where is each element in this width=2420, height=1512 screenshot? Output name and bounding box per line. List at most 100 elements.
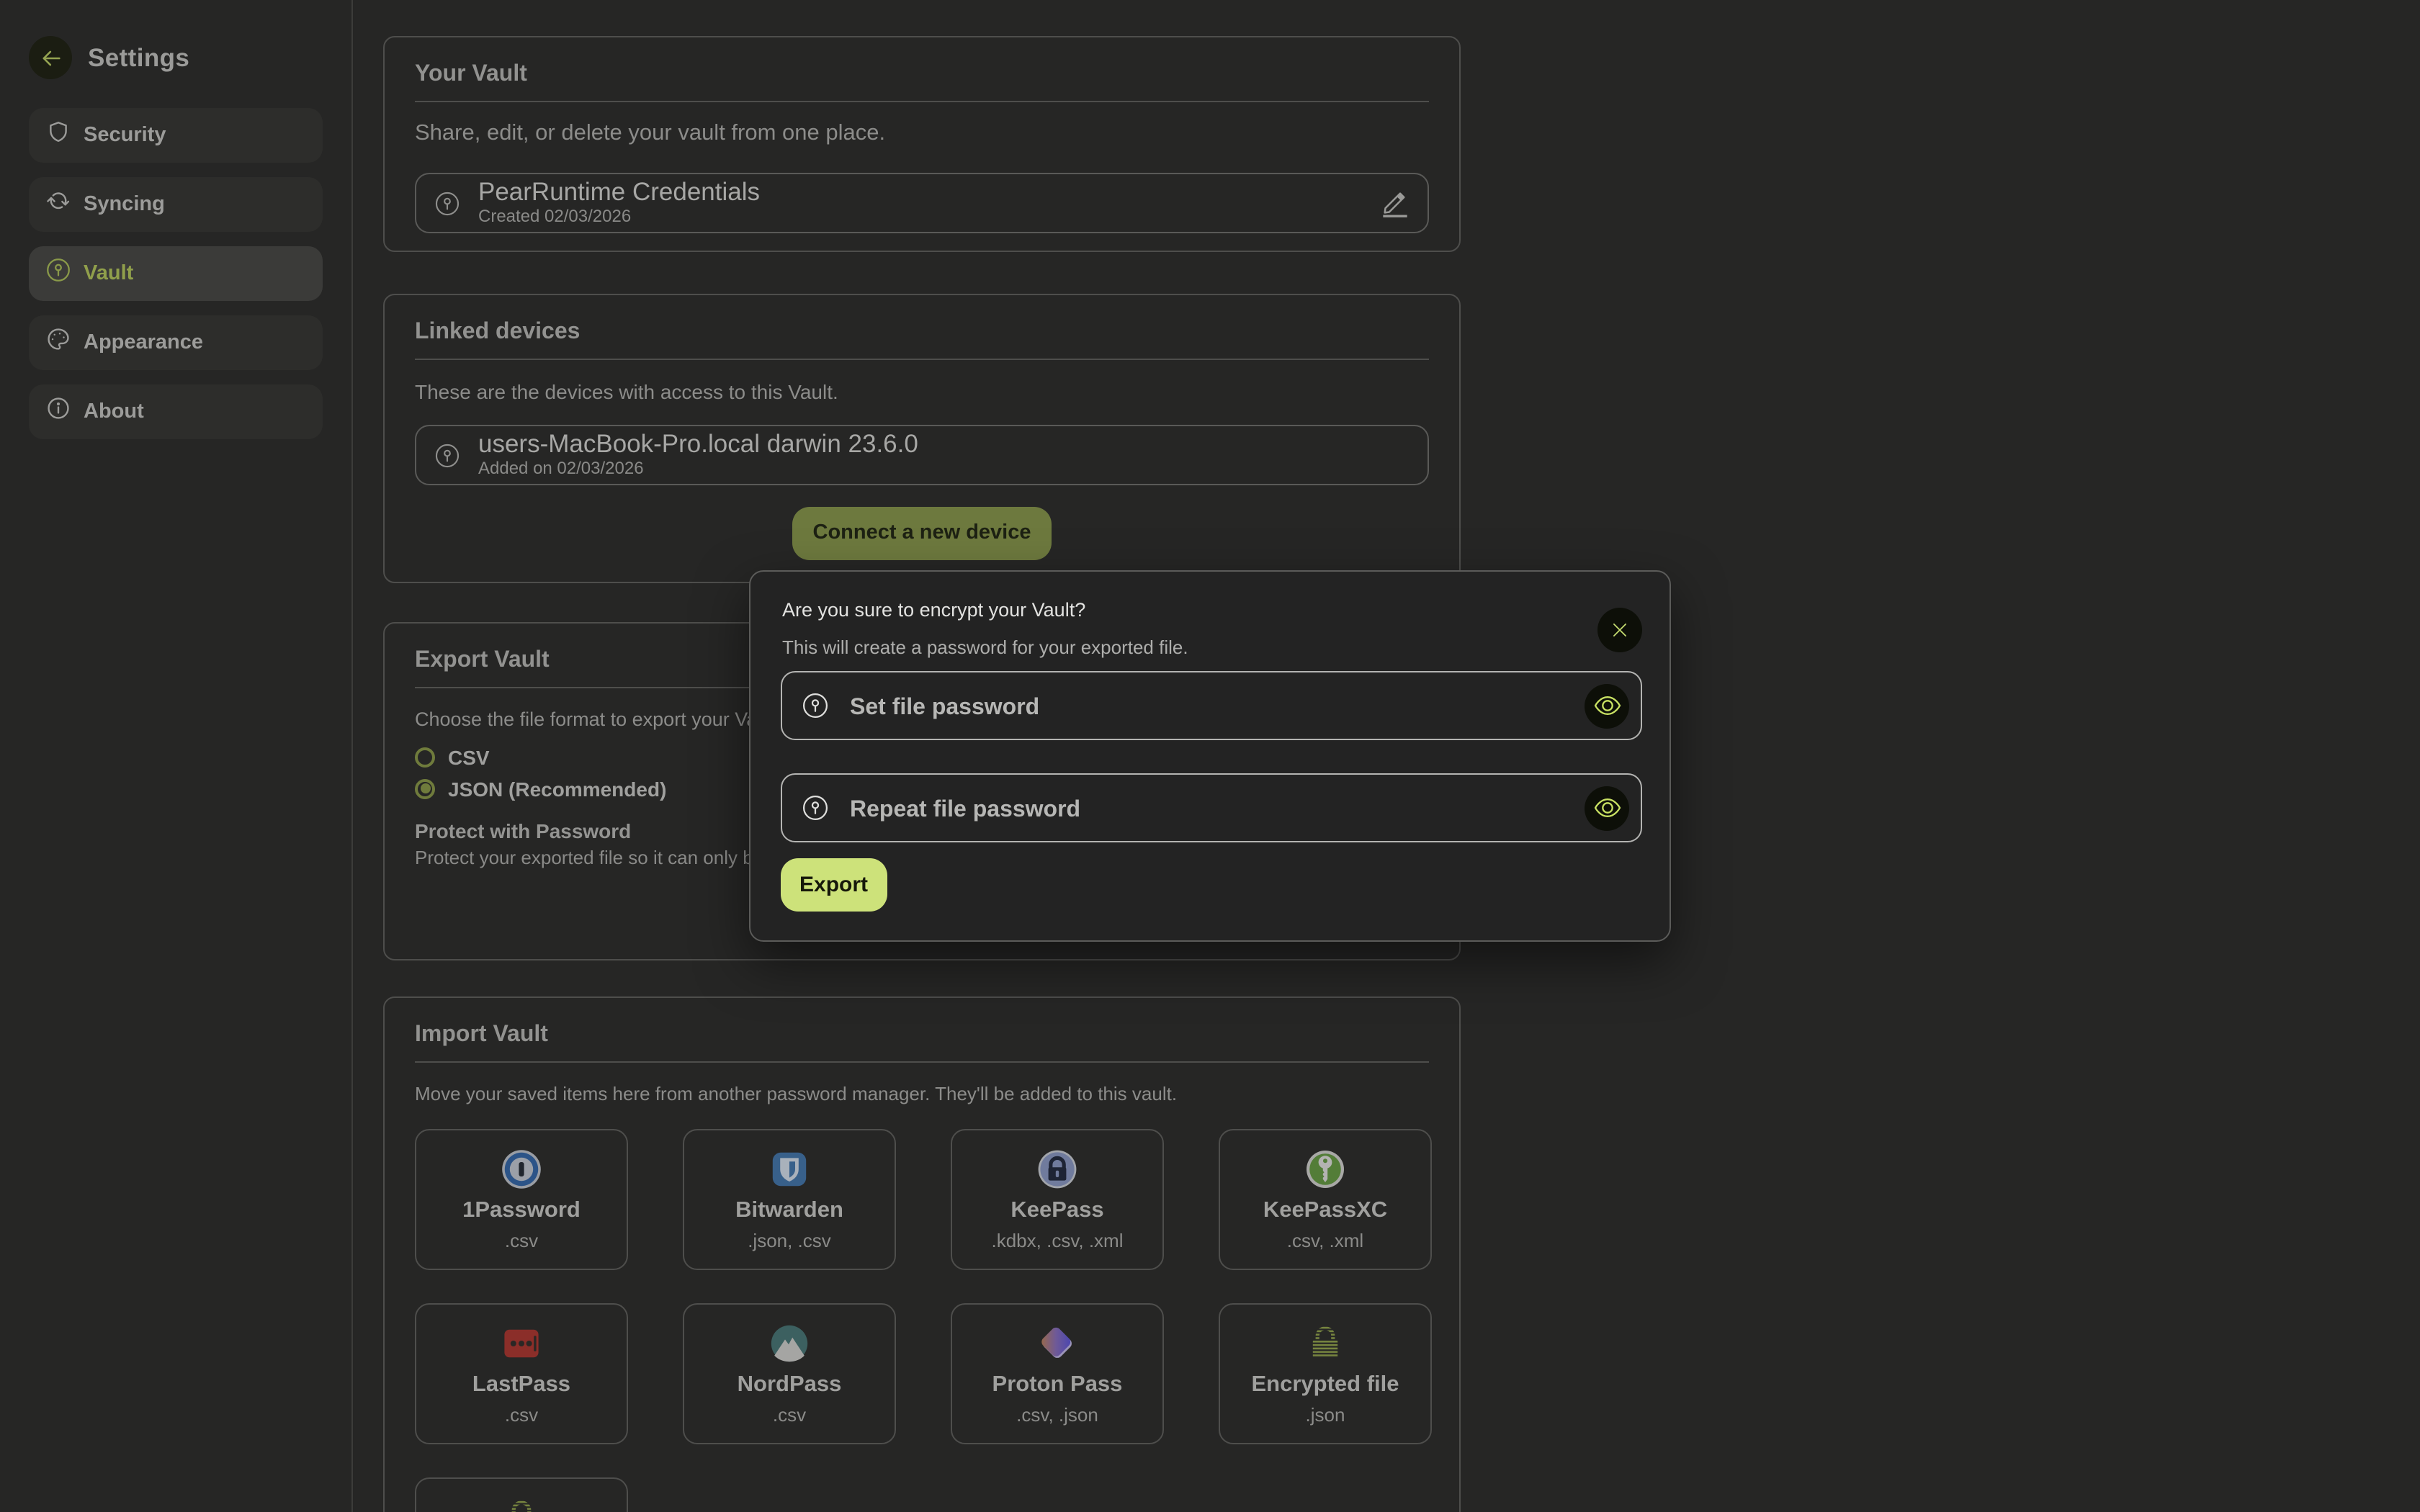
key-circle-icon bbox=[435, 443, 460, 467]
import-source-name: Bitwarden bbox=[735, 1197, 843, 1225]
modal-close-button[interactable] bbox=[1597, 608, 1642, 652]
import-source-tile[interactable]: LastPass .csv bbox=[415, 1303, 628, 1444]
linked-devices-card: Linked devices These are the devices wit… bbox=[383, 294, 1461, 583]
nordpass-icon bbox=[769, 1323, 810, 1364]
import-source-tile[interactable]: KeePass .kdbx, .csv, .xml bbox=[951, 1129, 1164, 1270]
keepassxc-icon bbox=[1305, 1149, 1345, 1189]
import-vault-description: Move your saved items here from another … bbox=[415, 1080, 1429, 1109]
modal-subtitle: This will create a password for your exp… bbox=[782, 635, 1188, 661]
import-source-tile[interactable] bbox=[415, 1477, 628, 1512]
import-sources-grid: 1Password .csv Bitwarden .json, .csv Kee… bbox=[415, 1129, 1429, 1512]
your-vault-title: Your Vault bbox=[415, 60, 1429, 89]
pencil-icon bbox=[1380, 189, 1409, 217]
divider bbox=[415, 359, 1429, 360]
close-icon bbox=[1610, 621, 1629, 639]
key-circle-icon bbox=[802, 795, 828, 821]
import-source-name: KeePass bbox=[1010, 1197, 1103, 1225]
your-vault-description: Share, edit, or delete your vault from o… bbox=[415, 120, 1429, 148]
sidebar-item-label: Vault bbox=[84, 262, 133, 285]
import-source-tile[interactable]: 1Password .csv bbox=[415, 1129, 628, 1270]
vault-created: Created 02/03/2026 bbox=[478, 206, 1361, 228]
repeat-file-password-input[interactable]: Repeat file password bbox=[781, 773, 1642, 842]
import-source-name: NordPass bbox=[738, 1371, 842, 1400]
set-file-password-input[interactable]: Set file password bbox=[781, 671, 1642, 740]
radio-icon bbox=[415, 778, 435, 798]
import-source-formats: .kdbx, .csv, .xml bbox=[992, 1228, 1124, 1253]
eye-icon bbox=[1592, 691, 1621, 720]
lastpass-icon bbox=[501, 1323, 542, 1364]
repeat-password-placeholder: Repeat file password bbox=[850, 793, 1563, 823]
import-source-tile[interactable]: NordPass .csv bbox=[683, 1303, 896, 1444]
import-source-name: 1Password bbox=[462, 1197, 581, 1225]
shield-icon bbox=[46, 120, 71, 151]
sidebar-item-syncing[interactable]: Syncing bbox=[29, 177, 323, 232]
keepass-icon bbox=[1037, 1149, 1077, 1189]
info-icon bbox=[46, 396, 71, 428]
connect-new-device-button[interactable]: Connect a new device bbox=[793, 507, 1052, 560]
import-source-tile[interactable]: Proton Pass .csv, .json bbox=[951, 1303, 1164, 1444]
import-source-name: KeePassXC bbox=[1263, 1197, 1387, 1225]
divider bbox=[415, 1061, 1429, 1063]
protonpass-icon bbox=[1037, 1323, 1077, 1364]
format-label: JSON (Recommended) bbox=[448, 777, 666, 800]
sidebar: Settings Security Syncing Vault Appearan… bbox=[0, 0, 353, 1512]
import-vault-card: Import Vault Move your saved items here … bbox=[383, 996, 1461, 1512]
edit-vault-button[interactable] bbox=[1380, 189, 1409, 217]
bitwarden-icon bbox=[769, 1149, 810, 1189]
toggle-password-visibility-button[interactable] bbox=[1585, 683, 1629, 728]
sidebar-header: Settings bbox=[29, 36, 189, 79]
sidebar-item-label: Appearance bbox=[84, 331, 203, 354]
arrow-left-icon bbox=[38, 45, 63, 70]
password-placeholder: Set file password bbox=[850, 690, 1563, 721]
sidebar-item-about[interactable]: About bbox=[29, 384, 323, 439]
vault-item-row[interactable]: PearRuntime Credentials Created 02/03/20… bbox=[415, 173, 1429, 233]
sidebar-item-appearance[interactable]: Appearance bbox=[29, 315, 323, 370]
vault-key-icon bbox=[46, 258, 71, 289]
import-source-tile[interactable]: Bitwarden .json, .csv bbox=[683, 1129, 896, 1270]
device-item-row[interactable]: users-MacBook-Pro.local darwin 23.6.0 Ad… bbox=[415, 425, 1429, 485]
import-source-formats: .json bbox=[1306, 1403, 1345, 1427]
key-circle-icon bbox=[802, 693, 828, 719]
page-title: Settings bbox=[88, 42, 189, 73]
import-source-formats: .json, .csv bbox=[748, 1228, 831, 1253]
import-source-tile[interactable]: Encrypted file .json bbox=[1219, 1303, 1432, 1444]
radio-icon bbox=[415, 747, 435, 767]
eye-icon bbox=[1592, 793, 1621, 822]
import-source-name: Encrypted file bbox=[1252, 1371, 1399, 1400]
device-name: users-MacBook-Pro.local darwin 23.6.0 bbox=[478, 431, 1409, 458]
back-button[interactable] bbox=[29, 36, 72, 79]
import-source-name: LastPass bbox=[472, 1371, 570, 1400]
radio-dot bbox=[420, 783, 430, 793]
divider bbox=[415, 101, 1429, 102]
radio-dot bbox=[420, 752, 430, 762]
import-source-formats: .csv, .json bbox=[1016, 1403, 1098, 1427]
app-root: Settings Security Syncing Vault Appearan… bbox=[0, 0, 2420, 1512]
toggle-password-visibility-button[interactable] bbox=[1585, 786, 1629, 830]
sidebar-item-security[interactable]: Security bbox=[29, 108, 323, 163]
import-source-formats: .csv, .xml bbox=[1287, 1228, 1363, 1253]
sidebar-item-label: Syncing bbox=[84, 193, 165, 216]
import-source-formats: .csv bbox=[773, 1403, 806, 1427]
import-source-formats: .csv bbox=[505, 1403, 538, 1427]
format-label: CSV bbox=[448, 745, 490, 768]
import-source-name: Proton Pass bbox=[992, 1371, 1123, 1400]
sync-icon bbox=[46, 189, 71, 220]
linked-devices-title: Linked devices bbox=[415, 318, 1429, 347]
sidebar-item-label: About bbox=[84, 400, 144, 423]
linked-devices-description: These are the devices with access to thi… bbox=[415, 377, 1429, 406]
encrypted-file-icon bbox=[501, 1498, 542, 1512]
export-button[interactable]: Export bbox=[781, 858, 887, 912]
encrypt-vault-modal: Are you sure to encrypt your Vault? This… bbox=[749, 570, 1671, 942]
modal-title: Are you sure to encrypt your Vault? bbox=[782, 598, 1085, 624]
your-vault-card: Your Vault Share, edit, or delete your v… bbox=[383, 36, 1461, 252]
sidebar-item-vault[interactable]: Vault bbox=[29, 246, 323, 301]
import-source-tile[interactable]: KeePassXC .csv, .xml bbox=[1219, 1129, 1432, 1270]
vault-name: PearRuntime Credentials bbox=[478, 179, 1361, 206]
key-circle-icon bbox=[435, 191, 460, 215]
onepassword-icon bbox=[501, 1149, 542, 1189]
device-added: Added on 02/03/2026 bbox=[478, 458, 1409, 480]
palette-icon bbox=[46, 327, 71, 359]
sidebar-item-label: Security bbox=[84, 124, 166, 147]
encrypted-file-icon bbox=[1305, 1323, 1345, 1364]
import-vault-title: Import Vault bbox=[415, 1021, 1429, 1050]
